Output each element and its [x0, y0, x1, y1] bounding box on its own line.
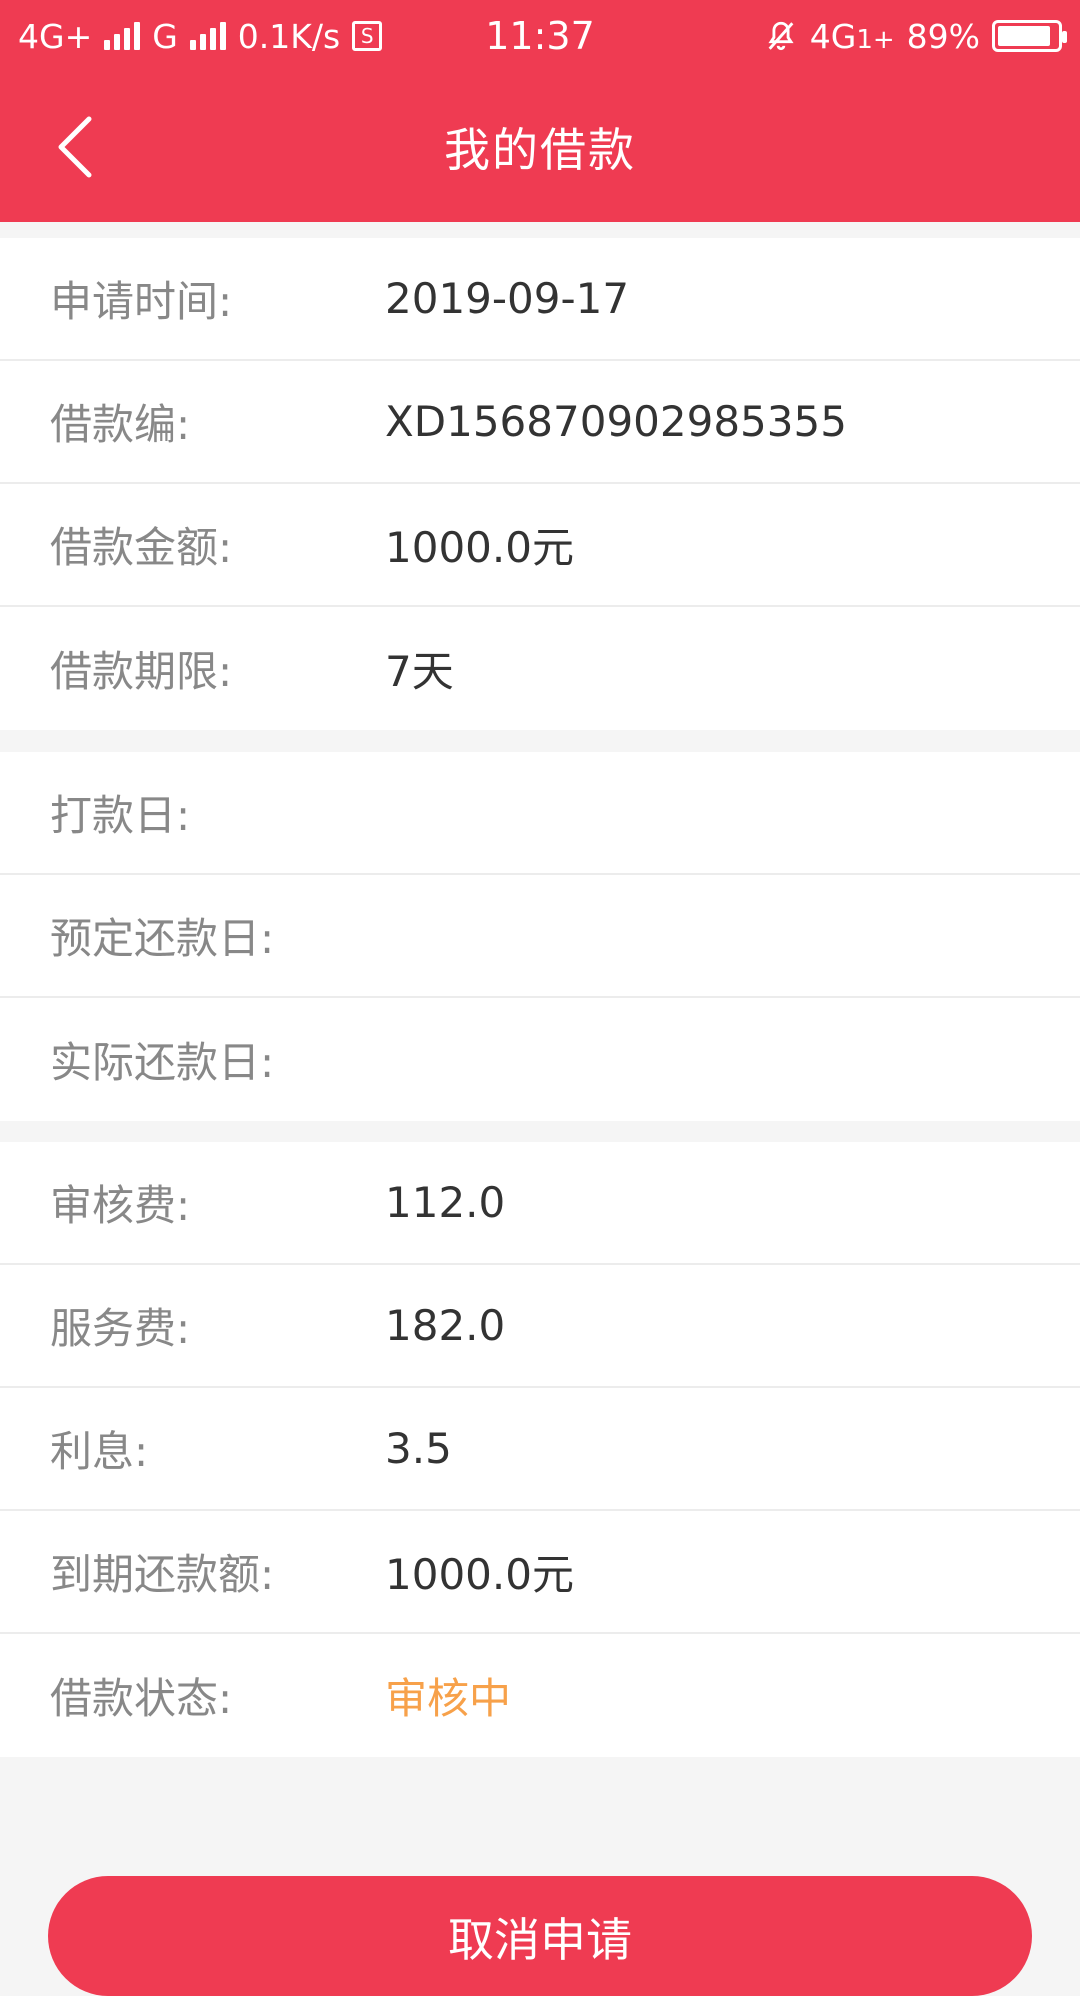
dates-section: 打款日: 预定还款日: 实际还款日:	[0, 752, 1080, 1121]
battery-icon	[992, 20, 1067, 52]
value: 1000.0元	[385, 523, 574, 572]
action-area: 取消申请	[48, 1876, 1032, 1996]
row-interest: 利息: 3.5	[0, 1388, 1080, 1511]
back-button[interactable]	[40, 112, 110, 182]
chevron-left-icon	[58, 116, 92, 178]
row-actual-repay-date: 实际还款日:	[0, 998, 1080, 1121]
signal-icon	[104, 22, 141, 50]
value: 3.5	[385, 1424, 452, 1473]
label: 借款编:	[50, 400, 191, 449]
row-loan-number: 借款编: XD156870902985355	[0, 361, 1080, 484]
value: 112.0	[385, 1178, 506, 1227]
battery-level: 89%	[906, 16, 980, 56]
value: 2019-09-17	[385, 274, 630, 323]
sim-icon: S	[352, 21, 383, 51]
page-title: 我的借款	[444, 123, 636, 177]
value: XD156870902985355	[385, 397, 847, 446]
row-loan-term: 借款期限: 7天	[0, 607, 1080, 730]
row-loan-amount: 借款金额: 1000.0元	[0, 484, 1080, 607]
cancel-application-button[interactable]: 取消申请	[48, 1876, 1032, 1996]
loan-info-section: 申请时间: 2019-09-17 借款编: XD156870902985355 …	[0, 238, 1080, 730]
status-left: 4G+ G 0.1K/s S	[18, 16, 383, 56]
row-disburse-date: 打款日:	[0, 752, 1080, 875]
label: 借款期限:	[50, 647, 233, 696]
status-bar: 4G+ G 0.1K/s S 11:37 4G1+ 89%	[0, 0, 1080, 72]
label: 申请时间:	[50, 277, 233, 326]
network-type-1: 4G+	[18, 16, 93, 56]
label: 预定还款日:	[50, 914, 275, 963]
status-badge: 审核中	[385, 1674, 512, 1723]
label: 打款日:	[50, 791, 191, 840]
label: 借款状态:	[50, 1674, 233, 1723]
label: 到期还款额:	[50, 1550, 275, 1599]
label: 利息:	[50, 1427, 149, 1476]
row-service-fee: 服务费: 182.0	[0, 1265, 1080, 1388]
network-type-3: 4G1+	[809, 16, 895, 56]
network-speed: 0.1K/s	[237, 16, 341, 56]
title-bar: 我的借款	[0, 72, 1080, 222]
row-apply-time: 申请时间: 2019-09-17	[0, 238, 1080, 361]
network-type-2: G	[152, 16, 178, 56]
row-scheduled-repay-date: 预定还款日:	[0, 875, 1080, 998]
mute-bell-icon	[768, 21, 794, 51]
value: 182.0	[385, 1301, 506, 1350]
app-header: 4G+ G 0.1K/s S 11:37 4G1+ 89% 我的借款	[0, 0, 1080, 222]
row-loan-status: 借款状态: 审核中	[0, 1634, 1080, 1757]
value: 7天	[385, 647, 454, 696]
row-due-amount: 到期还款额: 1000.0元	[0, 1511, 1080, 1634]
value: 1000.0元	[385, 1550, 574, 1599]
label: 审核费:	[50, 1181, 191, 1230]
label: 服务费:	[50, 1304, 191, 1353]
label: 实际还款日:	[50, 1038, 275, 1087]
status-right: 4G1+ 89%	[764, 16, 1067, 56]
signal-icon-2	[189, 22, 226, 50]
fees-section: 审核费: 112.0 服务费: 182.0 利息: 3.5 到期还款额: 100…	[0, 1142, 1080, 1757]
row-review-fee: 审核费: 112.0	[0, 1142, 1080, 1265]
label: 借款金额:	[50, 523, 233, 572]
